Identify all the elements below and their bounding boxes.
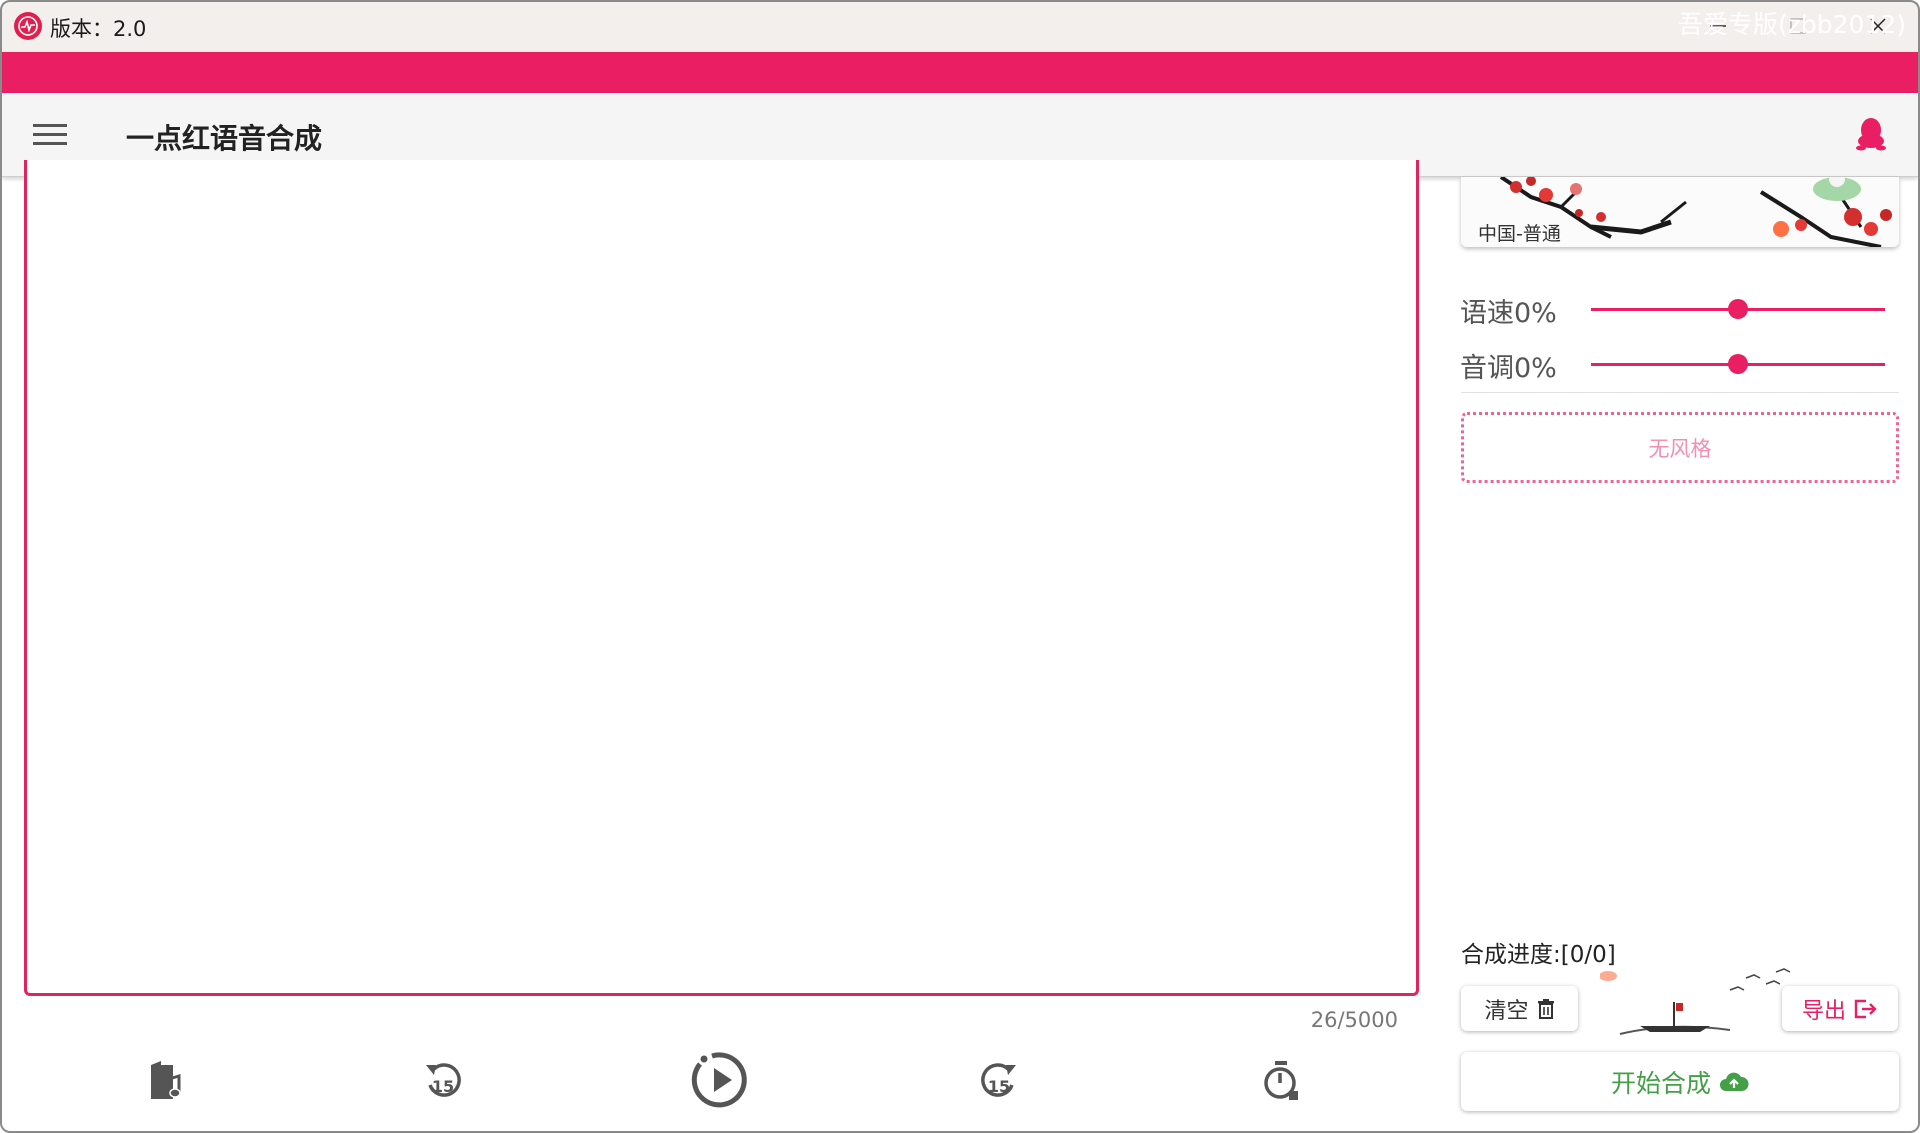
settings-divider bbox=[1461, 392, 1899, 393]
replay-15-icon: 15 bbox=[426, 1063, 461, 1097]
play-button[interactable] bbox=[688, 1048, 752, 1112]
svg-text:15: 15 bbox=[432, 1077, 454, 1096]
export-button[interactable]: 导出 bbox=[1782, 986, 1898, 1031]
character-count: 26/5000 bbox=[1310, 1008, 1398, 1032]
voice-card[interactable]: 中国-普通 bbox=[1461, 177, 1899, 247]
cloud-upload-icon bbox=[1720, 1072, 1749, 1091]
edition-banner-text: 吾爱专版(zbb2012) bbox=[1678, 10, 1906, 39]
style-placeholder: 无风格 bbox=[1648, 436, 1712, 461]
clear-button[interactable]: 清空 bbox=[1461, 986, 1578, 1031]
speed-slider-thumb[interactable] bbox=[1728, 299, 1748, 319]
trash-icon bbox=[1537, 998, 1554, 1019]
text-editor[interactable] bbox=[24, 160, 1419, 996]
edition-banner bbox=[2, 52, 1918, 93]
export-label: 导出 bbox=[1801, 998, 1846, 1024]
timer-button[interactable] bbox=[1254, 1050, 1308, 1110]
timer-icon bbox=[1264, 1061, 1298, 1100]
app-title: 一点红语音合成 bbox=[126, 122, 323, 155]
music-file-icon bbox=[151, 1061, 181, 1099]
replay-15-button[interactable]: 15 bbox=[416, 1050, 470, 1110]
pitch-label: 音调0% bbox=[1460, 353, 1557, 384]
play-icon bbox=[691, 1052, 747, 1108]
pitch-slider-thumb[interactable] bbox=[1728, 354, 1748, 374]
window-title: 版本：2.0 bbox=[50, 17, 147, 41]
qq-penguin-icon[interactable] bbox=[1855, 117, 1887, 151]
start-label: 开始合成 bbox=[1610, 1068, 1711, 1098]
boat-landscape-image bbox=[1600, 968, 1791, 1035]
hamburger-menu-icon[interactable] bbox=[33, 122, 67, 148]
style-selector[interactable]: 无风格 bbox=[1461, 412, 1899, 483]
forward-15-icon: 15 bbox=[981, 1063, 1016, 1097]
speed-label: 语速0% bbox=[1460, 298, 1557, 329]
synthesis-progress: 合成进度:[0/0] bbox=[1461, 942, 1616, 968]
clear-label: 清空 bbox=[1484, 998, 1529, 1024]
voice-name: 中国-普通 bbox=[1478, 223, 1561, 245]
title-bar bbox=[2, 2, 1918, 52]
svg-text:15: 15 bbox=[988, 1077, 1010, 1096]
start-synthesis-button[interactable]: 开始合成 bbox=[1461, 1052, 1899, 1111]
app-logo-icon bbox=[14, 12, 42, 40]
music-file-button[interactable] bbox=[140, 1050, 190, 1110]
forward-15-button[interactable]: 15 bbox=[972, 1050, 1026, 1110]
export-icon bbox=[1854, 999, 1877, 1018]
